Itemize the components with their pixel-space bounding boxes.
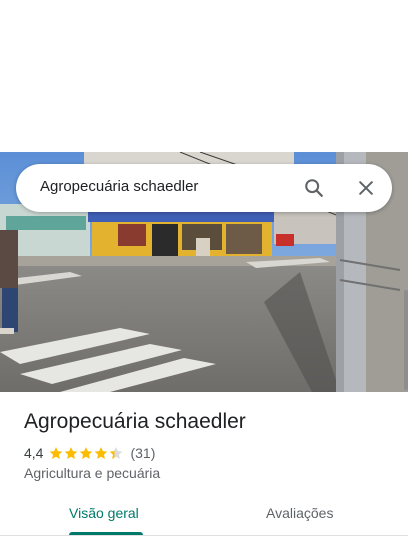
- tab-reviews[interactable]: Avaliações: [266, 505, 333, 521]
- place-name: Agropecuária schaedler: [24, 410, 246, 433]
- search-query[interactable]: Agropecuária schaedler: [40, 178, 198, 195]
- place-category[interactable]: Agricultura e pecuária: [24, 465, 160, 481]
- star-rating: [49, 446, 124, 460]
- star-icon: [50, 447, 63, 459]
- star-icon: [110, 447, 123, 459]
- close-icon[interactable]: [352, 174, 380, 202]
- search-bar[interactable]: Agropecuária schaedler: [16, 164, 392, 212]
- rating-value: 4,4: [24, 445, 44, 461]
- scrollbar[interactable]: [404, 290, 408, 390]
- tab-overview[interactable]: Visão geral: [69, 505, 139, 521]
- review-count[interactable]: (31): [130, 445, 155, 461]
- search-icon[interactable]: [300, 174, 328, 202]
- star-icon: [65, 447, 78, 459]
- rating-row[interactable]: 4,4 (31): [24, 444, 155, 462]
- star-icon: [95, 447, 108, 459]
- tabs-divider: [0, 535, 408, 536]
- star-icon: [80, 447, 93, 459]
